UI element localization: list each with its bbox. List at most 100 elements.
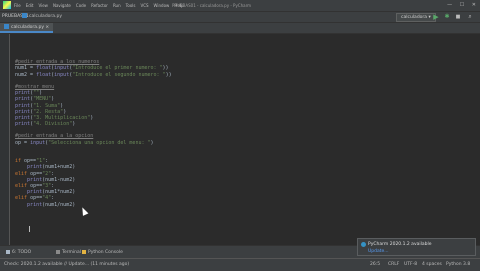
tool-terminal-label: Terminal — [62, 250, 82, 255]
code-line[interactable]: num2 = float(input("Introduce el segundo… — [15, 72, 172, 78]
code-token: op== — [30, 170, 43, 177]
close-tab-icon[interactable]: × — [45, 25, 49, 30]
code-token: (num1-num2) — [42, 176, 76, 183]
code-line[interactable] — [15, 208, 172, 214]
code-token: "Introduce el primer numero: " — [72, 65, 163, 72]
code-token: print — [15, 102, 31, 109]
update-notification: PyCharm 2020.1.2 available Update... — [357, 238, 476, 256]
tab-calculadora[interactable]: calculadora.py × — [0, 23, 54, 33]
status-bar: Check: 2020.1.2 available // Update... (… — [0, 258, 480, 271]
status-interpreter[interactable]: Python 3.8 — [446, 259, 470, 271]
stop-icon[interactable]: ■ — [454, 13, 462, 21]
code-token: : — [51, 195, 55, 202]
menu-item-run[interactable]: Run — [113, 0, 121, 11]
status-encoding[interactable]: UTF-8 — [404, 259, 417, 271]
code-token: ) — [72, 121, 76, 128]
window-controls: — ☐ ✕ — [441, 2, 476, 9]
code-token: "Introduce el segundo numero: " — [72, 71, 166, 78]
code-token: ) — [39, 90, 43, 97]
code-token: print — [15, 96, 31, 103]
code-token: op== — [30, 195, 43, 202]
breadcrumb-file-label: calculadora.py — [29, 14, 62, 19]
code-editor[interactable]: #pedir entrada a los numeros num1 = float… — [10, 34, 480, 245]
python-file-icon — [4, 24, 9, 29]
code-line[interactable]: op = input("Selecciona una opcion del me… — [15, 140, 172, 146]
code-token: "Selecciona una opcion del menu: " — [48, 139, 151, 146]
menu-item-refactor[interactable]: Refactor — [91, 0, 108, 11]
code-token: #pedir entrada a la opcion — [15, 133, 94, 140]
code-token: "1. Suma" — [33, 102, 61, 109]
menu-item-code[interactable]: Code — [76, 0, 86, 11]
code-token: #mostrar menu — [15, 83, 55, 90]
code-token: (num1*num2) — [42, 189, 76, 196]
status-position[interactable]: 26:5 — [370, 259, 380, 271]
menu-bar: File Edit View Navigate Code Refactor Run Tools… — [0, 0, 480, 11]
code-token: print — [27, 176, 43, 183]
run-configuration-label: calculadora — [401, 15, 428, 20]
breadcrumb-file[interactable]: calculadora.py — [22, 12, 62, 22]
code-token: op== — [30, 182, 43, 189]
code-token: print — [15, 114, 31, 121]
navigation-bar: PRUEBAS01 calculadora.py calculadora ▾ ▶… — [0, 11, 480, 23]
code-token: float — [36, 65, 52, 72]
code-token: num2 = — [15, 71, 37, 78]
code-token: : — [51, 182, 55, 189]
code-token: op = — [15, 139, 31, 146]
editor-tabs: calculadora.py × — [0, 23, 480, 34]
todo-icon — [6, 249, 10, 254]
code-token: print — [15, 90, 31, 97]
code-token: "MENU" — [33, 96, 52, 103]
search-icon[interactable]: ⌕ — [466, 13, 474, 21]
code-token: print — [27, 189, 43, 196]
code-token: ) — [63, 108, 67, 115]
tool-todo-label: 6: TODO — [12, 250, 32, 255]
menu-item-edit[interactable]: Edit — [26, 0, 34, 11]
code-token: op== — [24, 158, 37, 165]
menu-item-window[interactable]: Window — [154, 0, 170, 11]
code-token: print — [15, 108, 31, 115]
status-indent[interactable]: 4 spaces — [422, 259, 442, 271]
code-token: )) — [162, 65, 169, 72]
status-line-ending[interactable]: CRLF — [388, 259, 399, 271]
close-button[interactable]: ✕ — [472, 2, 476, 8]
update-link[interactable]: Update... — [368, 249, 389, 254]
run-configuration-select[interactable]: calculadora ▾ — [396, 13, 436, 22]
editor-gutter[interactable] — [0, 34, 10, 245]
python-file-icon — [22, 13, 27, 18]
menu-item-navigate[interactable]: Navigate — [53, 0, 71, 11]
code-token: "1" — [36, 158, 46, 165]
code-token: "4. Division" — [33, 121, 73, 128]
menu-item-vcs[interactable]: VCS — [140, 0, 148, 11]
notification-title: PyCharm 2020.1.2 available — [368, 242, 432, 247]
code-token: input — [30, 139, 46, 146]
code-token: input — [54, 71, 70, 78]
menu-item-file[interactable]: File — [14, 0, 21, 11]
menu-item-view[interactable]: View — [38, 0, 48, 11]
chevron-down-icon: ▾ — [428, 15, 431, 20]
code-area[interactable]: #pedir entrada a los numeros num1 = float… — [15, 53, 172, 214]
code-token: if — [15, 158, 25, 165]
code-token: elif — [15, 170, 31, 177]
menu-items: File Edit View Navigate Code Refactor Run Tools… — [14, 3, 188, 8]
code-token: (num1+num2) — [42, 164, 76, 171]
code-token: ) — [60, 102, 64, 109]
status-message[interactable]: Check: 2020.1.2 available // Update... (… — [4, 259, 129, 271]
code-token: ) — [150, 139, 154, 146]
maximize-button[interactable]: ☐ — [460, 2, 464, 8]
minimize-button[interactable]: — — [447, 2, 452, 8]
code-token: "4" — [42, 195, 52, 202]
code-token: elif — [15, 182, 31, 189]
code-token: print — [27, 201, 43, 208]
code-token: float — [36, 71, 52, 78]
bug-icon[interactable]: ✱ — [443, 13, 451, 21]
code-token: "2" — [42, 170, 52, 177]
menu-item-tools[interactable]: Tools — [126, 0, 136, 11]
code-token: num1 = — [15, 65, 37, 72]
play-icon[interactable]: ▶ — [432, 13, 440, 21]
code-token: )) — [165, 71, 172, 78]
code-token: elif — [15, 195, 31, 202]
